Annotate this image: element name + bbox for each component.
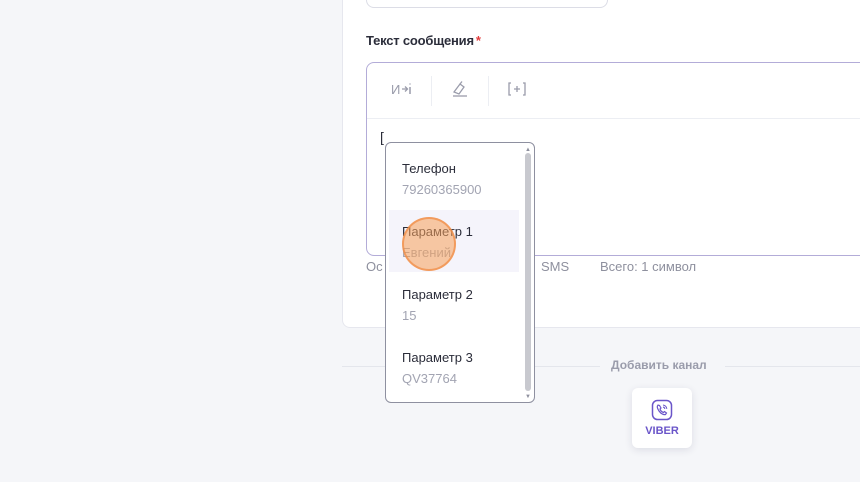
bracket-plus-icon	[507, 81, 527, 100]
required-mark: *	[475, 33, 481, 48]
divider-right	[725, 366, 860, 367]
dropdown-scrollbar[interactable]: ▲ ▼	[524, 147, 532, 400]
counter-total: Всего: 1 символ	[600, 259, 697, 274]
message-label-text: Текст сообщения	[366, 33, 474, 48]
dropdown-item-name: Параметр 2	[402, 287, 473, 302]
dropdown-item-param3[interactable]: Параметр 3 QV37764	[389, 336, 519, 398]
variable-icon: И	[391, 82, 415, 99]
parameter-dropdown: Телефон 79260365900 Параметр 1 Евгений П…	[385, 142, 535, 403]
counter-sms: SMS	[541, 259, 570, 274]
previous-field-input[interactable]	[366, 0, 608, 8]
dropdown-item-value: QV37764	[402, 371, 457, 386]
counter-remaining: Ос	[366, 259, 383, 274]
dropdown-item-param2[interactable]: Параметр 2 15	[389, 273, 519, 335]
dropdown-item-value: 79260365900	[402, 182, 482, 197]
eraser-icon	[451, 80, 469, 101]
viber-channel-button[interactable]: VIBER	[632, 388, 692, 448]
dropdown-item-name: Телефон	[402, 161, 456, 176]
editor-toolbar: И	[367, 63, 860, 119]
dropdown-item-phone[interactable]: Телефон 79260365900	[389, 147, 519, 209]
scrollbar-thumb[interactable]	[525, 153, 531, 391]
dropdown-item-value: 15	[402, 308, 417, 323]
editor-text: [	[380, 129, 384, 145]
insert-variable-button[interactable]: И	[375, 75, 431, 107]
clear-format-button[interactable]	[432, 75, 488, 107]
dropdown-item-name: Параметр 3	[402, 350, 473, 365]
message-text-label: Текст сообщения *	[366, 33, 481, 48]
viber-label: VIBER	[645, 425, 679, 437]
click-indicator	[402, 217, 456, 271]
insert-parameter-button[interactable]	[489, 75, 545, 107]
viber-phone-icon	[651, 399, 673, 421]
svg-text:И: И	[391, 82, 400, 96]
add-channel-label: Добавить канал	[611, 358, 707, 372]
scroll-down-icon[interactable]: ▼	[525, 394, 531, 400]
